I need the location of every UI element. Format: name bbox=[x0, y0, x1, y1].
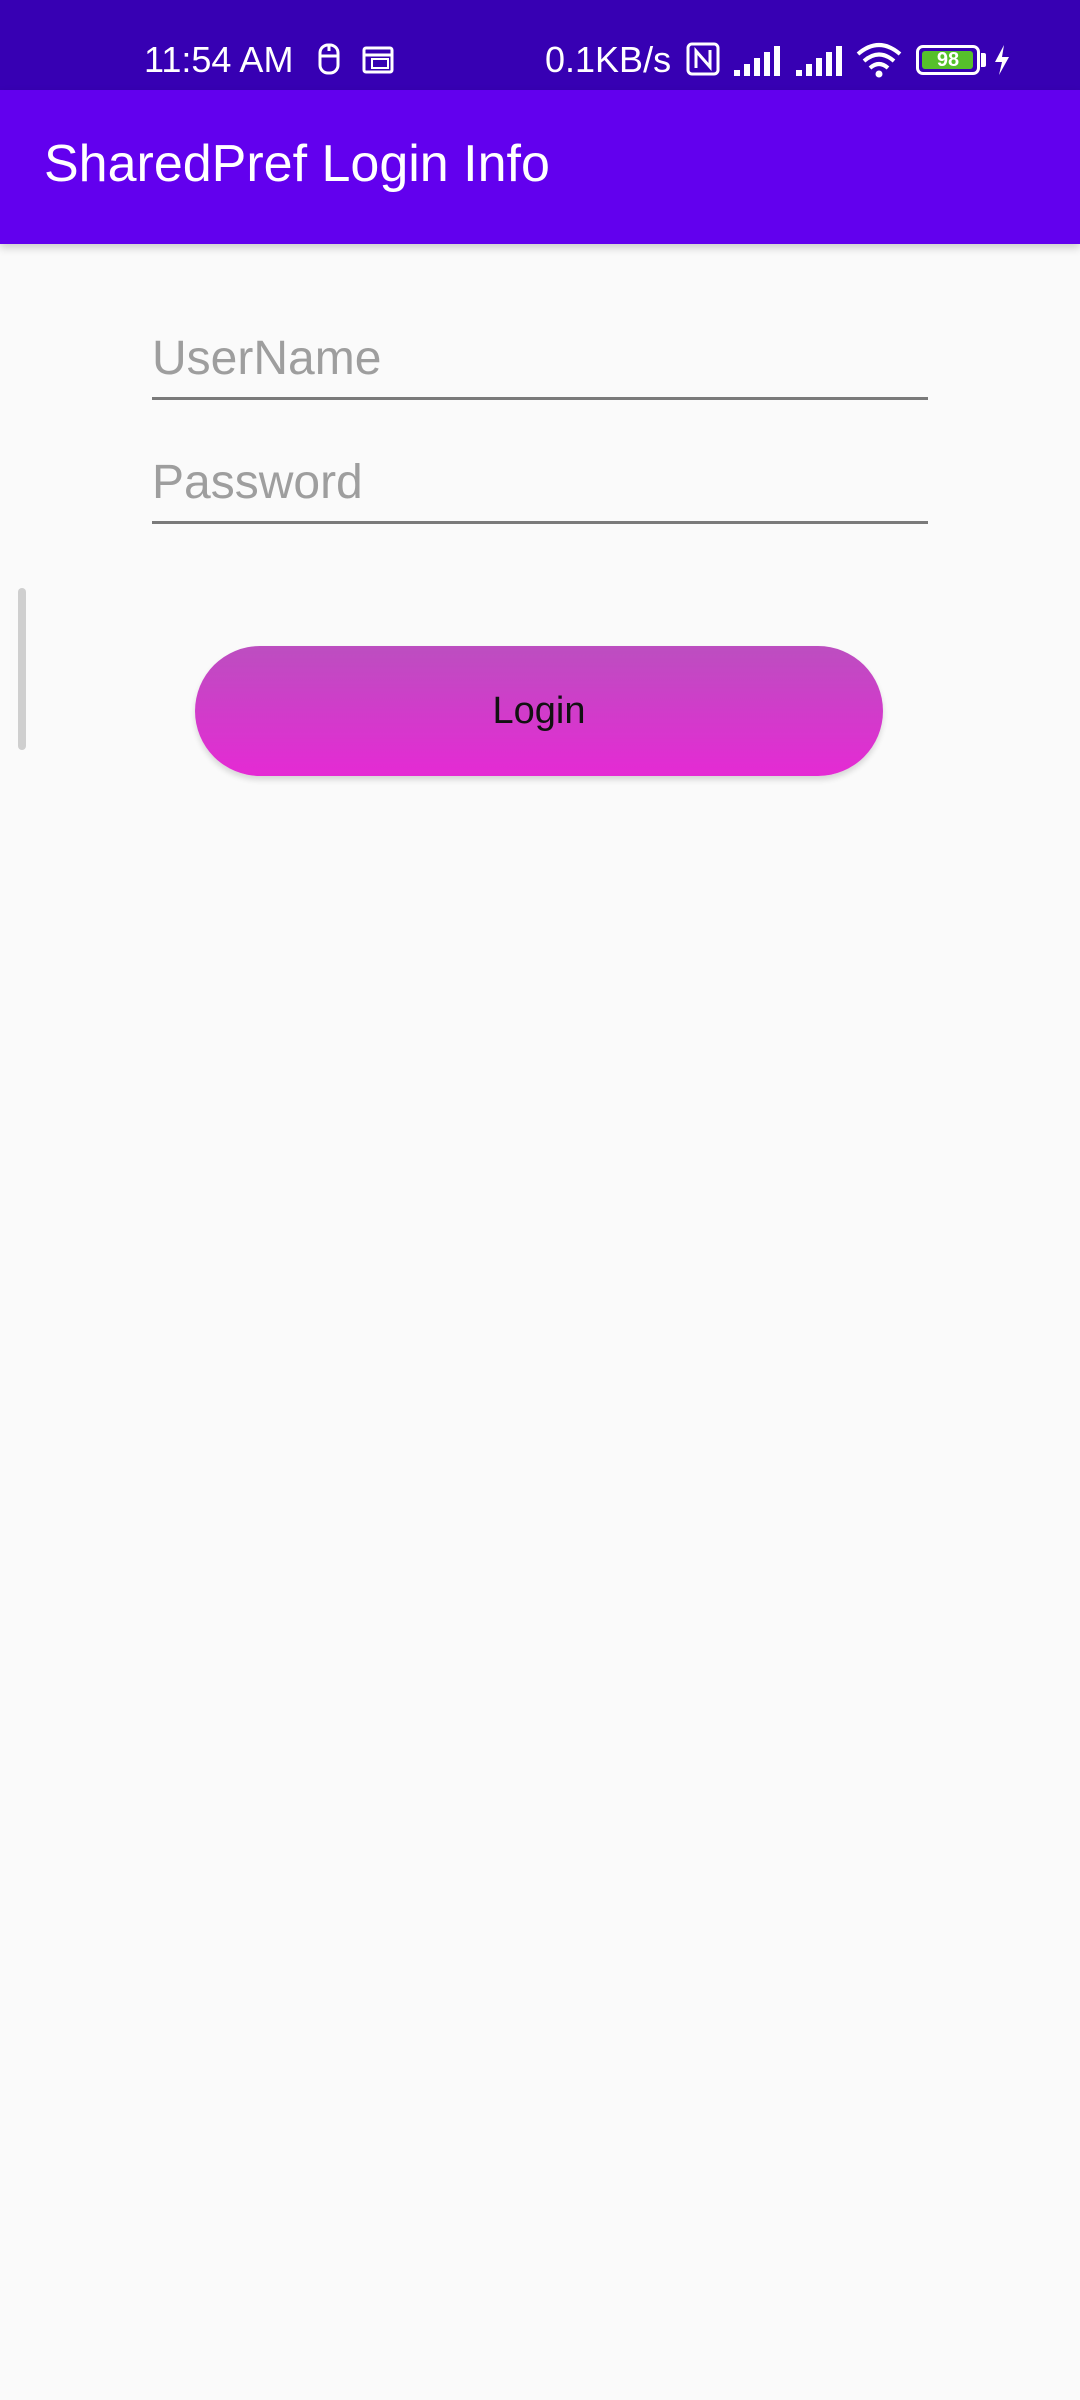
wifi-icon bbox=[856, 43, 902, 78]
signal-icon bbox=[796, 46, 842, 76]
password-field bbox=[152, 444, 928, 524]
battery-nub bbox=[981, 53, 986, 67]
battery-icon: 98 bbox=[916, 45, 980, 75]
calendar-icon bbox=[362, 46, 394, 74]
nfc-icon bbox=[686, 42, 720, 76]
network-speed: 0.1KB/s bbox=[545, 39, 672, 80]
notification-icon bbox=[318, 43, 340, 75]
username-input[interactable] bbox=[152, 320, 928, 397]
battery-level: 98 bbox=[936, 49, 960, 71]
login-button[interactable]: Login bbox=[195, 646, 883, 776]
charging-icon bbox=[995, 45, 1009, 75]
status-bar: 11:54 AM 0.1KB/s 98 bbox=[0, 0, 1080, 90]
username-field bbox=[152, 320, 928, 400]
status-time: 11:54 AM bbox=[144, 39, 294, 80]
scroll-indicator[interactable] bbox=[18, 588, 26, 750]
app-bar: SharedPref Login Info bbox=[0, 90, 1080, 244]
password-input[interactable] bbox=[152, 444, 928, 521]
app-title: SharedPref Login Info bbox=[44, 135, 550, 193]
signal-icon bbox=[734, 46, 780, 76]
